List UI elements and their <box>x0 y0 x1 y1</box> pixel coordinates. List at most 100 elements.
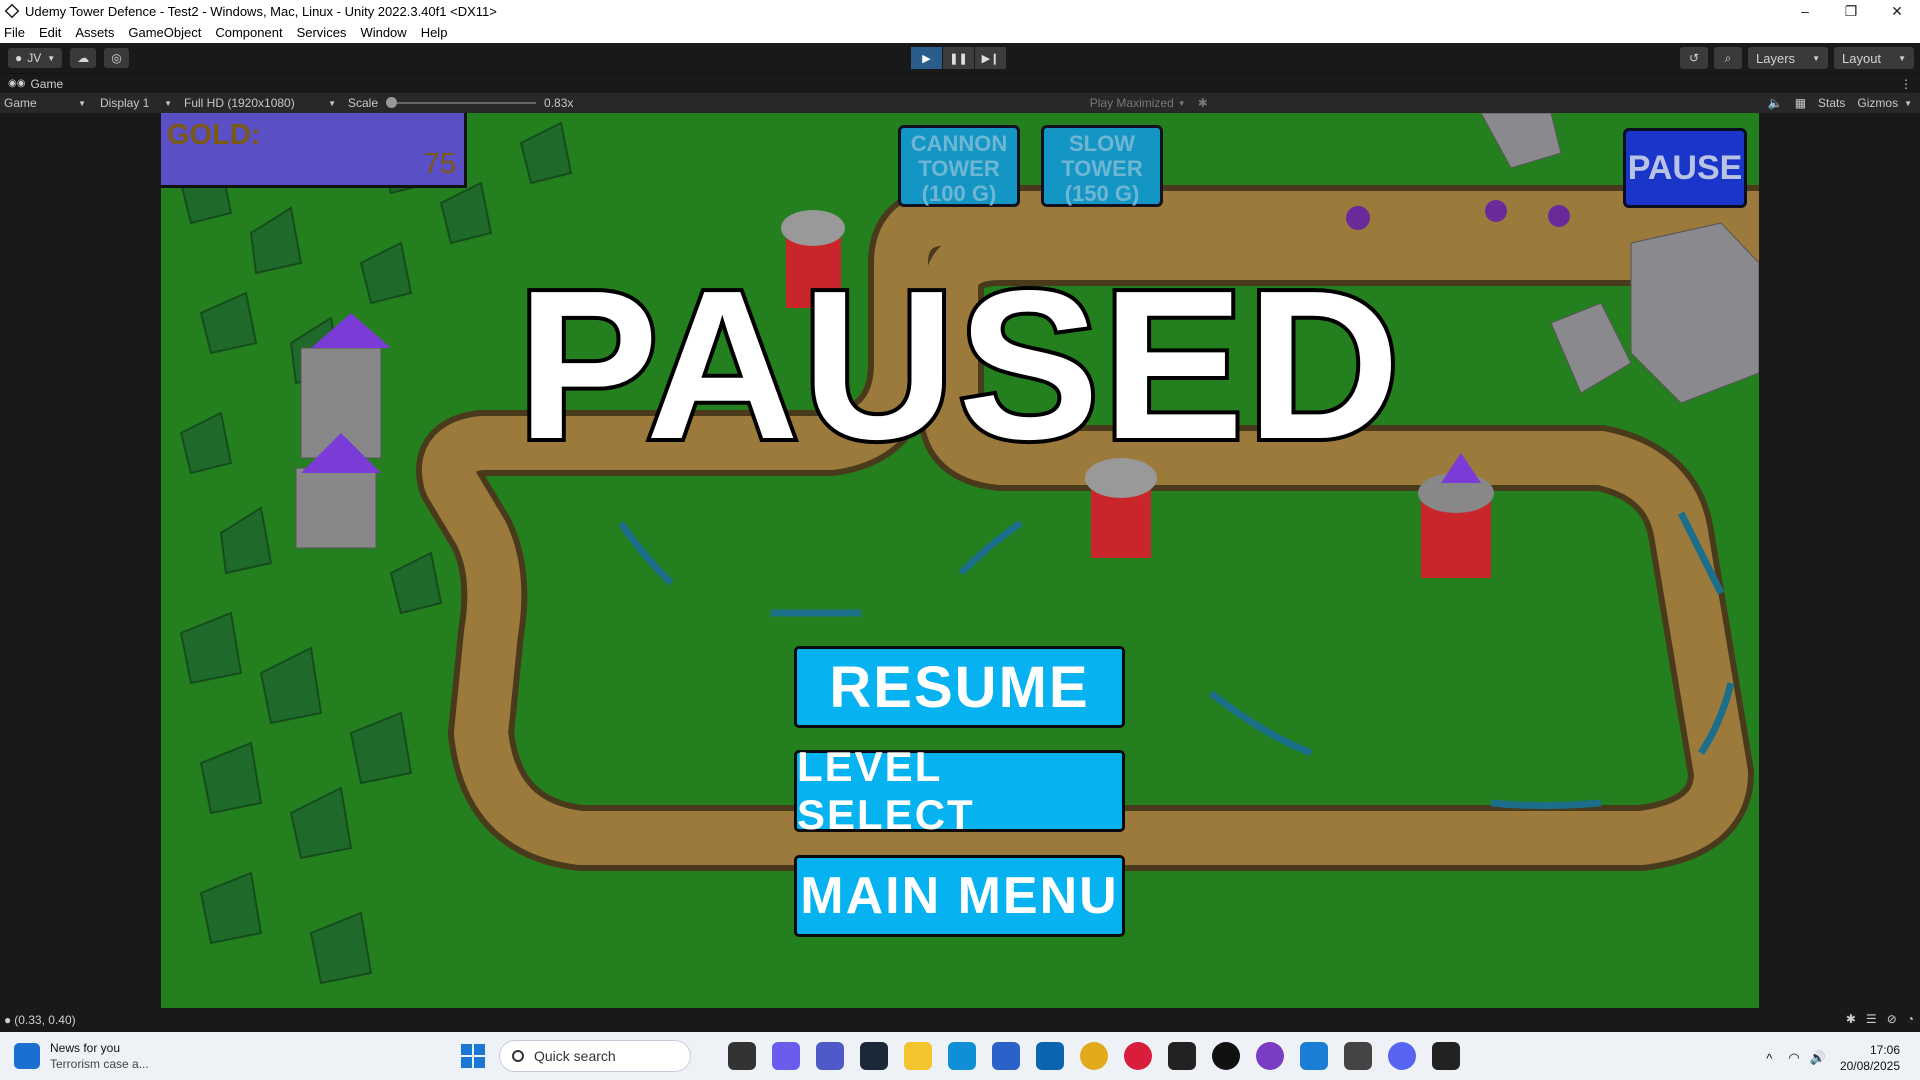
search-icon <box>512 1050 524 1062</box>
layout-dropdown[interactable]: Layout ▼ <box>1834 47 1914 69</box>
play-icon: ▶ <box>922 52 931 65</box>
layers-icon[interactable]: ☰ <box>1866 1012 1877 1026</box>
menu-gameobject[interactable]: GameObject <box>128 25 201 40</box>
menu-file[interactable]: File <box>4 25 25 40</box>
unity-hub-icon[interactable] <box>1344 1042 1372 1070</box>
file-explorer-icon[interactable] <box>904 1042 932 1070</box>
menu-component[interactable]: Component <box>215 25 282 40</box>
unity-logo-icon <box>4 3 20 19</box>
slow-tower-button[interactable]: SLOW TOWER (150 G) <box>1041 125 1163 207</box>
chevron-up-icon[interactable]: ^ <box>1766 1051 1772 1066</box>
game-view-options: Play Maximized ▼ ✱ 🔈 ▦ Stats Gizmos ▼ <box>1078 96 1912 110</box>
bug-icon[interactable]: ✱ <box>1198 96 1208 110</box>
account-icon: ● <box>15 51 23 65</box>
pinned-apps <box>728 1042 1476 1070</box>
bug-icon[interactable]: ✱ <box>1846 1012 1856 1026</box>
toolbar-right: ↺ ⌕ Layers ▼ Layout ▼ <box>1674 47 1914 69</box>
scale-slider-handle[interactable] <box>386 97 398 108</box>
news-icon <box>14 1043 40 1069</box>
news-title: News for you <box>50 1041 121 1055</box>
clock-time: 17:06 <box>1869 1043 1900 1057</box>
task-view-icon[interactable] <box>728 1042 756 1070</box>
stats-button[interactable]: Stats <box>1818 96 1845 110</box>
menu-services[interactable]: Services <box>297 25 347 40</box>
tab-game[interactable]: ◉◉ Game <box>0 77 71 91</box>
wifi-icon[interactable]: ◠ <box>1788 1050 1799 1066</box>
gizmos-button[interactable]: Gizmos <box>1857 96 1898 110</box>
display-label: Display 1 <box>100 96 150 110</box>
outlook-icon[interactable] <box>1036 1042 1064 1070</box>
vscode-icon[interactable] <box>1300 1042 1328 1070</box>
play-button[interactable]: ▶ <box>911 47 942 69</box>
volume-icon[interactable]: 🔊 <box>1810 1050 1826 1066</box>
close-button[interactable]: ✕ <box>1874 0 1920 22</box>
minimize-button[interactable]: – <box>1782 0 1828 22</box>
gold-panel: GOLD: 75 <box>161 113 467 188</box>
layers-label: Layers <box>1756 50 1796 66</box>
tab-bar: ◉◉ Game ⋮ <box>0 73 1920 93</box>
menu-bar: File Edit Assets GameObject Component Se… <box>0 22 1920 43</box>
display-dropdown[interactable]: Display 1 ▼ <box>96 96 176 110</box>
store-icon[interactable] <box>992 1042 1020 1070</box>
resume-button[interactable]: RESUME <box>794 646 1125 728</box>
layers-dropdown[interactable]: Layers ▼ <box>1748 47 1828 69</box>
network-icon[interactable]: ⊘ <box>1887 1012 1897 1026</box>
resolution-dropdown[interactable]: Full HD (1920x1080) ▼ <box>180 96 340 110</box>
mute-audio-icon[interactable]: 🔈 <box>1768 96 1783 110</box>
pause-icon: ❚❚ <box>949 52 968 65</box>
main-menu-button[interactable]: MAIN MENU <box>794 855 1125 937</box>
discord-icon[interactable] <box>1388 1042 1416 1070</box>
cloud-icon: ☁ <box>77 51 90 65</box>
gold-label: GOLD: <box>167 119 261 151</box>
start-button[interactable] <box>461 1044 485 1068</box>
scale-value: 0.83x <box>544 96 574 110</box>
teams-icon[interactable] <box>816 1042 844 1070</box>
window-title: Udemy Tower Defence - Test2 - Windows, M… <box>25 3 497 19</box>
search-button[interactable]: ⌕ <box>1714 47 1742 69</box>
scale-label: Scale <box>348 96 379 110</box>
step-icon: ▶❙ <box>981 52 1000 65</box>
play-mode-dropdown[interactable]: Play Maximized <box>1090 96 1174 110</box>
menu-help[interactable]: Help <box>421 25 448 40</box>
github-desktop-icon[interactable] <box>1256 1042 1284 1070</box>
step-button[interactable]: ▶❙ <box>975 47 1006 69</box>
game-app-icon[interactable] <box>1168 1042 1196 1070</box>
progress-icon[interactable]: ◔ <box>1907 1012 1914 1026</box>
chevron-down-icon: ▼ <box>47 53 56 63</box>
menu-edit[interactable]: Edit <box>39 25 61 40</box>
resolution-label: Full HD (1920x1080) <box>184 96 295 110</box>
copilot-icon[interactable] <box>772 1042 800 1070</box>
pause-editor-button[interactable]: ❚❚ <box>943 47 974 69</box>
game-viewport[interactable]: GOLD: 75 CANNON TOWER (100 G) SLOW TOWER… <box>161 113 1759 1008</box>
restore-button[interactable]: ❐ <box>1828 0 1874 22</box>
cloud-button[interactable]: ☁ <box>70 48 97 68</box>
layout-label: Layout <box>1842 50 1882 66</box>
chevron-down-icon: ▼ <box>1898 53 1906 63</box>
menu-assets[interactable]: Assets <box>75 25 114 40</box>
status-text: (0.33, 0.40) <box>14 1013 76 1027</box>
chrome-icon[interactable] <box>1080 1042 1108 1070</box>
unity-editor-icon[interactable] <box>1432 1042 1460 1070</box>
cannon-tower-button[interactable]: CANNON TOWER (100 G) <box>898 125 1020 207</box>
info-icon: ● <box>4 1013 12 1027</box>
opera-icon[interactable] <box>1124 1042 1152 1070</box>
account-dropdown[interactable]: ● JV ▼ <box>8 48 63 68</box>
pause-button[interactable]: PAUSE <box>1623 128 1747 208</box>
clock[interactable]: 17:06 20/08/2025 <box>1840 1042 1900 1074</box>
view-dropdown[interactable]: Game ▼ <box>0 96 90 110</box>
chatgpt-icon[interactable] <box>1212 1042 1240 1070</box>
scale-slider[interactable] <box>386 97 537 108</box>
clock-date: 20/08/2025 <box>1839 1059 1900 1073</box>
taskbar-search[interactable]: Quick search <box>499 1040 691 1072</box>
menu-window[interactable]: Window <box>360 25 406 40</box>
level-select-button[interactable]: LEVEL SELECT <box>794 743 1125 838</box>
collab-button[interactable]: ◎ <box>104 48 129 68</box>
chevron-down-icon: ▼ <box>1177 98 1186 108</box>
undo-history-button[interactable]: ↺ <box>1680 47 1708 69</box>
grid-icon[interactable]: ▦ <box>1795 96 1806 110</box>
news-widget[interactable]: News for you Terrorism case a... <box>14 1040 149 1072</box>
tab-game-label: Game <box>30 76 64 91</box>
more-options-icon[interactable]: ⋮ <box>1900 77 1912 91</box>
edge-icon[interactable] <box>948 1042 976 1070</box>
steam-icon[interactable] <box>860 1042 888 1070</box>
